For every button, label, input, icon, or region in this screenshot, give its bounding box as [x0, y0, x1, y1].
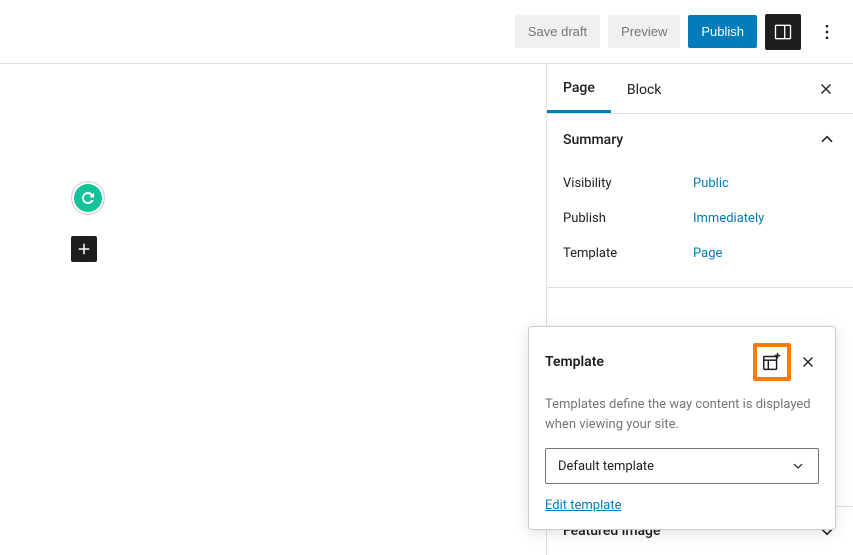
new-template-button[interactable] [759, 349, 785, 375]
edit-template-link[interactable]: Edit template [545, 498, 621, 513]
chevron-up-icon [817, 130, 837, 150]
visibility-label: Visibility [563, 176, 693, 191]
popover-header: Template [545, 343, 819, 381]
plus-icon [75, 240, 93, 258]
summary-row-template: Template Page [563, 236, 837, 271]
summary-row-visibility: Visibility Public [563, 166, 837, 201]
add-block-button[interactable] [71, 236, 97, 262]
template-select[interactable]: Default template [545, 448, 819, 484]
grammarly-badge[interactable] [74, 184, 102, 212]
publish-value[interactable]: Immediately [693, 211, 764, 226]
chevron-down-icon [790, 458, 806, 474]
tab-block[interactable]: Block [611, 66, 678, 112]
new-template-highlight [753, 343, 791, 381]
template-popover: Template Templates define the way conten… [528, 326, 836, 530]
summary-panel: Summary Visibility Public Publish Immedi… [547, 114, 853, 288]
save-draft-button[interactable]: Save draft [515, 15, 600, 48]
editor-canvas[interactable] [0, 64, 546, 555]
sidebar-icon [773, 22, 793, 42]
template-label: Template [563, 246, 693, 261]
preview-button[interactable]: Preview [608, 15, 680, 48]
publish-button[interactable]: Publish [688, 15, 757, 48]
settings-sidebar-toggle[interactable] [765, 14, 801, 50]
popover-actions [753, 343, 819, 381]
summary-body: Visibility Public Publish Immediately Te… [547, 166, 853, 287]
close-sidebar-button[interactable] [811, 74, 841, 104]
publish-label: Publish [563, 211, 693, 226]
more-vertical-icon [817, 22, 837, 42]
visibility-value[interactable]: Public [693, 176, 729, 191]
summary-title: Summary [563, 132, 623, 148]
close-icon [817, 80, 835, 98]
add-template-icon [761, 351, 783, 373]
tab-page[interactable]: Page [547, 64, 611, 113]
summary-row-publish: Publish Immediately [563, 201, 837, 236]
sidebar-tabs: Page Block [547, 64, 853, 114]
template-select-value: Default template [558, 459, 654, 474]
more-options-button[interactable] [809, 14, 845, 50]
popover-close-button[interactable] [797, 351, 819, 373]
grammarly-icon [80, 190, 96, 206]
template-value[interactable]: Page [693, 246, 722, 261]
top-toolbar: Save draft Preview Publish [0, 0, 853, 64]
popover-title: Template [545, 354, 604, 370]
close-icon [799, 353, 817, 371]
summary-panel-toggle[interactable]: Summary [547, 114, 853, 166]
popover-description: Templates define the way content is disp… [545, 395, 819, 434]
